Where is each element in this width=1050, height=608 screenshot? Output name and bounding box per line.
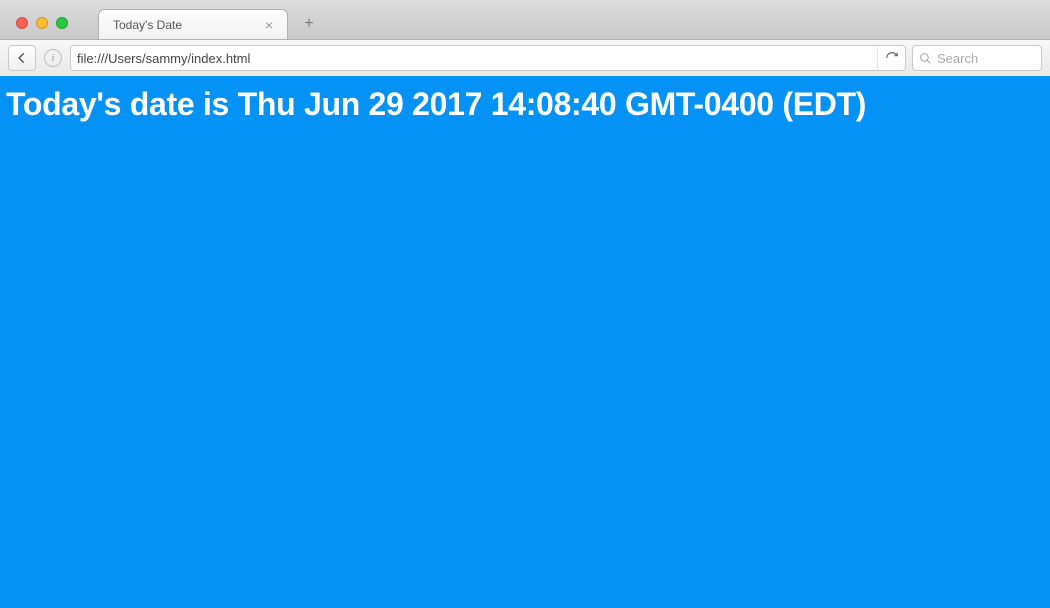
- search-placeholder: Search: [937, 51, 1035, 66]
- site-info-icon[interactable]: i: [44, 49, 62, 67]
- reload-button[interactable]: [877, 47, 899, 69]
- reload-icon: [885, 51, 899, 65]
- search-bar[interactable]: Search: [912, 45, 1042, 71]
- maximize-window-button[interactable]: [56, 17, 68, 29]
- window-controls: [8, 17, 76, 39]
- address-bar[interactable]: file:///Users/sammy/index.html: [70, 45, 906, 71]
- tab-bar: Today's Date × +: [0, 0, 1050, 40]
- tab-title: Today's Date: [113, 18, 261, 32]
- close-tab-icon[interactable]: ×: [261, 16, 277, 34]
- page-viewport: Today's date is Thu Jun 29 2017 14:08:40…: [0, 76, 1050, 608]
- page-heading: Today's date is Thu Jun 29 2017 14:08:40…: [6, 86, 1044, 123]
- minimize-window-button[interactable]: [36, 17, 48, 29]
- search-icon: [919, 52, 932, 65]
- back-button[interactable]: [8, 45, 36, 71]
- toolbar: i file:///Users/sammy/index.html Search: [0, 40, 1050, 76]
- close-window-button[interactable]: [16, 17, 28, 29]
- browser-tab[interactable]: Today's Date ×: [98, 9, 288, 39]
- arrow-left-icon: [15, 51, 29, 65]
- new-tab-button[interactable]: +: [296, 13, 322, 35]
- browser-chrome: Today's Date × + i file:///Users/sammy/i…: [0, 0, 1050, 76]
- url-text: file:///Users/sammy/index.html: [77, 51, 871, 66]
